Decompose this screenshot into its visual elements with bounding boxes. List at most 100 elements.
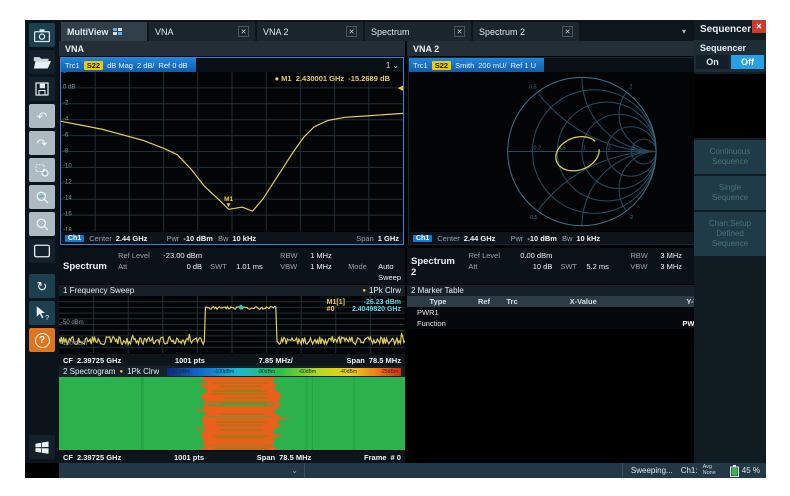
battery-status: 45 % — [730, 465, 760, 477]
vna-marker-readout: ● M1 2.430001 GHz -15.2689 dB — [275, 74, 390, 83]
svg-text:0.2: 0.2 — [534, 145, 541, 151]
status-dropdown[interactable]: ⌄ — [59, 463, 305, 478]
vna-footer: Ch1 Center2.44 GHz Pwr-10 dBm Bw10 kHz S… — [61, 231, 403, 244]
swt-value: 1.01 ms — [236, 261, 280, 283]
sequencer-softkey-panel: Sequencer ✕ Sequencer On Off Continuous … — [694, 20, 766, 463]
sweep-chart[interactable]: -50 dBm-100 dBm M1[1]-26.23 dBm #02.4049… — [59, 296, 405, 353]
vna-panel-title: VNA — [59, 41, 405, 56]
svg-text:1: 1 — [583, 145, 586, 151]
mode-label: Mode — [348, 261, 378, 283]
sweep-window-title: 1 Frequency Sweep ●1Pk Clrw — [59, 285, 405, 296]
average-status: AvgNone — [703, 465, 716, 476]
vna-window[interactable]: Trc1 S22 dB Mag 2 dB/ Ref 0 dB 1⌄ — [60, 57, 404, 245]
sequencer-toggle-section: Sequencer On Off — [694, 40, 766, 72]
redo-icon[interactable]: ↷ — [29, 131, 55, 155]
marker-m1[interactable]: M1 ▼ — [224, 197, 233, 209]
trace-dot-icon: ● — [119, 369, 123, 375]
chevron-down-icon: ⌄ — [291, 466, 298, 475]
sequencer-off-button[interactable]: Off — [731, 55, 764, 69]
zoom-out-icon[interactable] — [29, 185, 55, 209]
att-value: 10 dB — [508, 261, 560, 283]
channel-badge: Ch1 — [413, 235, 432, 242]
trace-label: Trc1 — [65, 61, 80, 70]
mode-value: Auto Sweep — [378, 261, 401, 283]
svg-text:-0.5: -0.5 — [528, 215, 537, 221]
trace-format: dB Mag — [107, 61, 133, 70]
trace-ref: Ref 0 dB — [158, 61, 187, 70]
sparam-chip[interactable]: S22 — [84, 61, 103, 70]
tab-overflow-icon[interactable]: ▾ — [677, 27, 691, 36]
spectrogram-footer: CF2.39725 GHz 1001 pts Span78.5 MHz Fram… — [59, 450, 405, 463]
trace-label: Trc1 — [413, 61, 428, 70]
battery-icon — [730, 465, 739, 477]
close-icon[interactable]: ✕ — [346, 26, 357, 37]
channel-tabbar: MultiView VNA ✕ VNA 2 ✕ Spectrum ✕ Spect… — [59, 20, 694, 41]
swt-label: SWT — [210, 261, 236, 283]
sequencer-panel-title: Sequencer ✕ — [694, 20, 766, 38]
close-icon[interactable]: ✕ — [454, 26, 465, 37]
spectrogram-chart[interactable] — [59, 377, 405, 450]
ref-level-value: 0.00 dBm — [508, 250, 560, 261]
sequencer-on-button[interactable]: On — [696, 55, 729, 69]
tab-label: MultiView — [67, 27, 108, 37]
single-sequence-button[interactable]: Single Sequence — [694, 176, 766, 210]
trace-dot-icon: ● — [362, 288, 366, 294]
continuous-sequence-button[interactable]: Continuous Sequence — [694, 140, 766, 174]
open-icon[interactable] — [29, 50, 55, 74]
frame-icon[interactable] — [29, 239, 55, 263]
context-help-icon[interactable]: ? — [29, 301, 55, 325]
vbw-value: 1 MHz — [310, 261, 348, 283]
toolbar: ↶ ↷ ↻ ? ? — [25, 20, 59, 463]
vna-chart[interactable]: 20 dB-2-4-6-8-10-12-14-16-18 ● M1 2.4300… — [61, 72, 403, 231]
svg-text:5: 5 — [632, 145, 635, 151]
zoom-select-icon[interactable] — [29, 158, 55, 182]
spectrum2-title: Spectrum 2 — [411, 250, 462, 283]
screenshot-icon[interactable] — [29, 23, 55, 47]
ref-level-value: -23.00 dBm — [158, 250, 210, 261]
close-icon[interactable]: ✕ — [238, 26, 249, 37]
help-icon[interactable]: ? — [29, 328, 55, 352]
ref-level-label: Ref Level — [468, 250, 508, 261]
vna-quadrant: VNA Trc1 S22 dB Mag 2 dB/ Ref 0 dB — [59, 41, 405, 248]
tab-vna2[interactable]: VNA 2 ✕ — [257, 22, 363, 41]
vbw-value: 3 MHz — [660, 261, 698, 283]
sparam-chip[interactable]: S22 — [432, 61, 451, 70]
tab-spectrum[interactable]: Spectrum ✕ — [365, 22, 471, 41]
spectrum-title: Spectrum — [63, 250, 112, 283]
tab-multiview[interactable]: MultiView — [61, 22, 147, 41]
save-icon[interactable] — [29, 77, 55, 101]
tab-label: Spectrum — [371, 27, 410, 37]
channel-status: Ch1: — [681, 466, 698, 475]
close-icon[interactable]: ✕ — [752, 20, 766, 33]
tab-label: VNA 2 — [263, 27, 289, 37]
att-value: 0 dB — [158, 261, 210, 283]
vbw-label: VBW — [630, 261, 660, 283]
spectrum-quadrant: Spectrum Ref Level -23.00 dBm RBW 1 MHz … — [59, 248, 405, 463]
window-select[interactable]: 1⌄ — [386, 61, 403, 70]
main-area: MultiView VNA ✕ VNA 2 ✕ Spectrum ✕ Spect… — [59, 20, 694, 463]
refresh-icon[interactable]: ↻ — [29, 274, 55, 298]
sweep-footer: CF2.39725 GHz 1001 pts 7.85 MHz/ Span78.… — [59, 353, 405, 366]
tab-vna[interactable]: VNA ✕ — [149, 22, 255, 41]
ref-level-label: Ref Level — [118, 250, 158, 261]
close-icon[interactable]: ✕ — [562, 26, 573, 37]
att-label: Att — [118, 261, 158, 283]
multiview-grid-icon — [113, 28, 122, 35]
sweep-status: Sweeping... — [623, 466, 681, 475]
instrument-app: ↶ ↷ ↻ ? ? MultiView — [25, 20, 766, 478]
svg-text:2: 2 — [608, 145, 611, 151]
rbw-label: RBW — [280, 250, 310, 261]
undo-icon[interactable]: ↶ — [29, 104, 55, 128]
vbw-label: VBW — [280, 261, 310, 283]
zoom-icon[interactable] — [29, 212, 55, 236]
tab-spectrum2[interactable]: Spectrum 2 ✕ — [473, 22, 579, 41]
rbw-label: RBW — [630, 250, 660, 261]
swt-label: SWT — [560, 261, 586, 283]
tab-label: VNA — [155, 27, 174, 37]
chan-setup-defined-sequence-button[interactable]: Chan.Setup Defined Sequence — [694, 212, 766, 256]
status-message-area — [305, 463, 623, 478]
swt-value: 5.2 ms — [586, 261, 630, 283]
vna-tracebar: Trc1 S22 dB Mag 2 dB/ Ref 0 dB 1⌄ — [61, 58, 403, 72]
trace-ref: Ref 1 U — [511, 61, 536, 70]
windows-icon[interactable] — [29, 435, 55, 459]
